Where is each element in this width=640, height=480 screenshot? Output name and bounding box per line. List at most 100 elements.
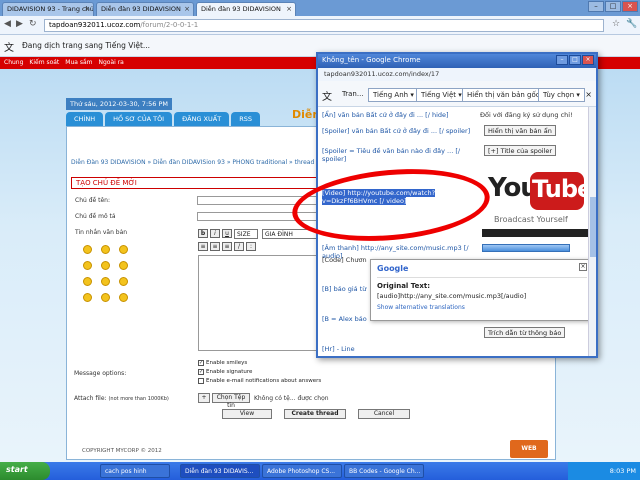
- smiley-icon[interactable]: [119, 293, 128, 302]
- taskbar-item[interactable]: cach pos hinh: [100, 464, 170, 478]
- view-button[interactable]: View: [222, 409, 272, 419]
- create-thread-button[interactable]: Create thread: [284, 409, 346, 419]
- star-icon[interactable]: ☆: [612, 19, 620, 29]
- smiley-icon[interactable]: [83, 261, 92, 270]
- align-left-button[interactable]: ≡: [198, 242, 208, 251]
- close-icon[interactable]: ×: [579, 263, 587, 271]
- smiley-icon[interactable]: [101, 261, 110, 270]
- source-language-select[interactable]: Tiếng Anh ▾: [368, 88, 419, 102]
- close-tab-icon[interactable]: ×: [286, 5, 292, 13]
- popup-title: Không_tên - Google Chrome: [322, 56, 421, 64]
- smiley-icon[interactable]: [83, 293, 92, 302]
- wrench-icon[interactable]: 🔧: [626, 19, 637, 29]
- source-language: Tiếng Anh: [373, 91, 409, 99]
- tab-label: DIDAVISION 93 - Trang chủ: [7, 5, 94, 13]
- smileys-option[interactable]: ✓ Enable smileys: [198, 360, 247, 366]
- menu-item-control[interactable]: Kiếm soát: [29, 59, 59, 67]
- popup-window-controls: – □ ×: [556, 55, 594, 65]
- browser-tab-1[interactable]: DIDAVISION 93 - Trang chủ ×: [2, 2, 94, 16]
- email-notify-option[interactable]: Enable e-mail notifications about answer…: [198, 378, 321, 384]
- popup-scrollbar[interactable]: [588, 107, 596, 356]
- smiley-icon[interactable]: [101, 293, 110, 302]
- maximize-icon[interactable]: □: [569, 55, 581, 65]
- video-player-bar[interactable]: [482, 229, 590, 237]
- nav-home[interactable]: CHÍNH: [66, 112, 104, 126]
- italic-button[interactable]: i: [210, 229, 220, 238]
- window-controls: – □ ×: [588, 1, 638, 12]
- align-center-button[interactable]: ≡: [210, 242, 220, 251]
- back-icon[interactable]: ◀: [4, 19, 11, 29]
- add-attachment-button[interactable]: +: [198, 393, 210, 403]
- taskbar-item[interactable]: BB Codes - Google Ch...: [344, 464, 424, 478]
- signature-option[interactable]: ✓ Enable signature: [198, 369, 252, 375]
- scrollbar-thumb[interactable]: [590, 197, 596, 257]
- reload-icon[interactable]: ↻: [29, 19, 37, 29]
- topic-title-label: Chủ đề tên:: [75, 197, 110, 204]
- list-button[interactable]: /: [234, 242, 244, 251]
- menu-item-general[interactable]: Chung: [4, 59, 23, 67]
- audio-player[interactable]: [482, 244, 570, 252]
- browser-tab-3[interactable]: Diễn đàn 93 DIDAVISION ×: [196, 2, 296, 16]
- minimize-icon[interactable]: –: [556, 55, 568, 65]
- start-button[interactable]: start: [0, 462, 50, 480]
- taskbar-item[interactable]: Diễn đàn 93 DIDAVIS...: [180, 464, 260, 478]
- close-tab-icon[interactable]: ×: [184, 5, 190, 13]
- target-language: Tiếng Việt: [421, 91, 457, 99]
- underline-button[interactable]: u: [222, 229, 232, 238]
- nav-rss[interactable]: RSS: [231, 112, 260, 126]
- close-window-icon[interactable]: ×: [582, 55, 594, 65]
- hide-description: Đối với đăng ký sử dụng chỉ!: [480, 111, 573, 119]
- address-bar[interactable]: tapdoan932011.ucoz.com/forum/2-0-0-1-1: [44, 19, 604, 32]
- target-language-select[interactable]: Tiếng Việt ▾: [416, 88, 467, 102]
- bbcode-spoiler: [Spoiler] văn bản Bất cứ ở đây đi ... [/…: [322, 127, 471, 135]
- show-hidden-text-button[interactable]: Hiển thị văn bản ẩn: [484, 125, 556, 136]
- font-size-select[interactable]: SIZE: [234, 229, 258, 239]
- checkbox[interactable]: [198, 378, 204, 384]
- editor-align-buttons: ≡ ≡ ≡ / :: [198, 242, 256, 251]
- smiley-icon[interactable]: [119, 261, 128, 270]
- nav-logout[interactable]: ĐĂNG XUẤT: [174, 112, 230, 126]
- checkbox[interactable]: ✓: [198, 369, 204, 375]
- nav-profile[interactable]: HỒ SƠ CỦA TÔI: [105, 112, 173, 126]
- bbcode-hide: [Ẩn] văn bản Bất cứ ở đây đi ... [/ hide…: [322, 111, 449, 119]
- popup-url[interactable]: tapdoan932011.ucoz.com/index/17: [318, 68, 596, 81]
- option-label: Enable smileys: [206, 360, 248, 366]
- no-file-label: Không có tệ... được chọn: [254, 395, 329, 402]
- original-text: [audio]http://any_site.com/music.mp3[/au…: [377, 292, 527, 300]
- show-original-button[interactable]: Hiển thị văn bản gốc: [462, 88, 545, 102]
- forward-icon[interactable]: ▶: [16, 19, 23, 29]
- smiley-icon[interactable]: [101, 277, 110, 286]
- menu-item-shopping[interactable]: Mua sắm: [65, 59, 92, 67]
- checkbox[interactable]: ✓: [198, 360, 204, 366]
- smiley-icon[interactable]: [101, 245, 110, 254]
- attach-note: (not more than 1000Kb): [108, 396, 169, 402]
- choose-file-button[interactable]: Chọn Tệp tin: [212, 393, 250, 409]
- options-button[interactable]: Tùy chọn ▾: [538, 88, 585, 102]
- minimize-icon[interactable]: –: [588, 1, 604, 12]
- cancel-button[interactable]: Cancel: [358, 409, 410, 419]
- spoiler-title-button[interactable]: [+] Title của spoiler: [484, 145, 557, 156]
- bold-button[interactable]: b: [198, 229, 208, 238]
- menu-item-other[interactable]: Ngoài ra: [99, 59, 124, 67]
- translate-label: Tran...: [342, 90, 364, 98]
- browser-tab-2[interactable]: Diễn đàn 93 DIDAVISION ×: [96, 2, 194, 16]
- close-icon[interactable]: ×: [585, 90, 592, 99]
- quote-button[interactable]: Trích dẫn từ thông báo: [484, 327, 566, 338]
- alternative-translations-link[interactable]: Show alternative translations: [377, 304, 465, 311]
- smiley-icon[interactable]: [119, 277, 128, 286]
- smiley-icon[interactable]: [83, 245, 92, 254]
- youtube-preview[interactable]: You Tube Broadcast Yourself: [482, 169, 593, 239]
- maximize-icon[interactable]: □: [605, 1, 621, 12]
- forum-nav: CHÍNH HỒ SƠ CỦA TÔI ĐĂNG XUẤT RSS: [66, 112, 260, 126]
- taskbar-item[interactable]: Adobe Photoshop CS...: [262, 464, 342, 478]
- translate-message: Đang dịch trang sang Tiếng Việt...: [22, 41, 151, 50]
- close-window-icon[interactable]: ×: [622, 1, 638, 12]
- align-right-button[interactable]: ≡: [222, 242, 232, 251]
- smiley-icon[interactable]: [119, 245, 128, 254]
- smiley-icon[interactable]: [83, 277, 92, 286]
- close-tab-icon[interactable]: ×: [84, 5, 90, 13]
- breadcrumb[interactable]: Diễn Đàn 93 DIDAVISION » Diễn đàn DIDAVI…: [71, 159, 314, 166]
- translate-icon: 文: [4, 43, 14, 54]
- popup-titlebar[interactable]: Không_tên - Google Chrome – □ ×: [318, 54, 596, 68]
- code-button[interactable]: :: [246, 242, 256, 251]
